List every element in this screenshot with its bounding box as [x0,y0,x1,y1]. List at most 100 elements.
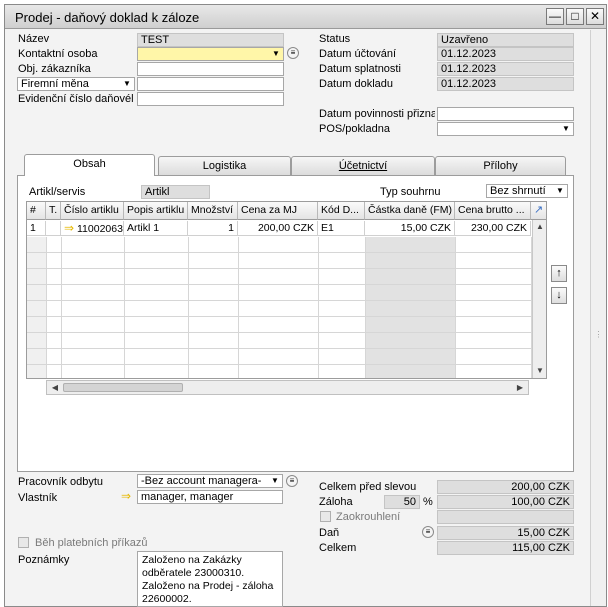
chevron-down-icon[interactable]: ▼ [122,79,132,89]
column-divider [238,237,239,378]
sales-employee-label: Pracovník odbytu [18,476,103,488]
pos-dropdown[interactable]: ▼ [437,122,574,136]
column-divider [455,237,456,378]
tax-label: Daň [319,527,340,539]
due-date-field[interactable]: 01.12.2023 [437,62,574,76]
table-horizontal-scrollbar[interactable]: ◀ ▶ [46,380,529,395]
cell-tax-amount[interactable]: 15,00 CZK [365,221,455,236]
scroll-right-icon[interactable]: ▶ [513,381,527,395]
name-label: Název [18,33,50,45]
tax-date-label: Datum povinnosti přiznat d [319,108,435,120]
payment-run-label: Běh platebních příkazů [35,537,148,549]
link-arrow-icon[interactable]: ⇒ [64,221,74,235]
document-date-label: Datum dokladu [319,78,393,90]
customer-order-label: Obj. zákazníka [18,63,91,75]
cell-description[interactable]: Artikl 1 [124,221,188,236]
vat-number-field[interactable] [137,92,284,106]
window-title: Prodej - daňový doklad k záloze [15,10,200,25]
status-label: Status [319,33,351,45]
total-label: Celkem [319,542,357,554]
cell-tax-code[interactable]: E1 [318,221,365,236]
row-divider [27,332,546,333]
rounding-checkbox[interactable] [320,511,331,522]
item-service-label: Artikl/servis [29,186,86,198]
scroll-thumb[interactable] [63,383,183,392]
remarks-textarea[interactable]: Založeno na Zakázky odběratele 23000310.… [137,551,283,607]
cell-quantity[interactable]: 1 [188,221,238,236]
posting-date-label: Datum účtování [319,48,397,60]
cell-gross-price[interactable]: 230,00 CZK [455,221,531,236]
owner-label: Vlastník [18,492,58,504]
cell-item-number[interactable]: ⇒ 11002063 [61,221,124,236]
expand-arrow-icon[interactable]: ↗ [534,204,543,216]
column-divider [365,237,366,378]
move-row-down-button[interactable]: ↓ [551,287,567,304]
sales-employee-dropdown[interactable]: -Bez account managera- ▼ [137,474,283,488]
deposit-amount-field: 100,00 CZK [437,495,574,509]
posting-date-field[interactable]: 01.12.2023 [437,47,574,61]
column-header-type[interactable]: T. [46,202,61,220]
cell-type[interactable] [46,221,61,236]
currency-select[interactable]: Firemní měna ▼ [17,77,135,91]
scroll-left-icon[interactable]: ◀ [48,381,62,395]
maximize-button[interactable]: □ [566,8,584,25]
summary-type-dropdown[interactable]: Bez shrnutí ▼ [486,184,568,198]
deposit-percent-field[interactable]: 50 [384,495,420,509]
owner-field[interactable]: manager, manager [137,490,283,504]
row-divider [27,300,546,301]
remarks-label: Poznámky [18,554,70,566]
row-divider [27,284,546,285]
scroll-up-icon[interactable]: ▲ [533,220,547,234]
tab-accounting[interactable]: Účetnictví [291,156,435,175]
cell-number[interactable]: 1 [27,221,46,236]
details-icon[interactable]: ≡ [422,526,434,538]
items-table: # T. Číslo artiklu Popis artiklu Množstv… [26,201,547,379]
link-arrow-icon[interactable]: ⇒ [121,489,131,503]
details-icon[interactable]: ≡ [286,475,298,487]
name-field[interactable]: TEST [137,33,284,47]
tab-attachments[interactable]: Přílohy [435,156,566,175]
sales-employee-value: -Bez account managera- [141,475,262,487]
tab-logistics[interactable]: Logistika [158,156,291,175]
item-service-field[interactable]: Artikl [141,185,210,199]
column-header-unit-price[interactable]: Cena za MJ [238,202,318,220]
status-field: Uzavřeno [437,33,574,47]
window-vertical-scrollbar[interactable]: ⋮ [590,30,606,606]
chevron-down-icon[interactable]: ▼ [561,124,571,134]
total-before-discount-label: Celkem před slevou [319,481,417,493]
total-before-discount-field: 200,00 CZK [437,480,574,494]
tax-date-field[interactable] [437,107,574,121]
title-bar[interactable]: Prodej - daňový doklad k záloze — □ ✕ [5,5,606,29]
column-divider [46,237,47,378]
column-settings-cell[interactable]: ↗ [531,202,546,220]
scroll-down-icon[interactable]: ▼ [533,364,547,378]
payment-run-checkbox[interactable] [18,537,29,548]
cell-unit-price[interactable]: 200,00 CZK [238,221,318,236]
move-row-up-button[interactable]: ↑ [551,265,567,282]
chevron-down-icon[interactable]: ▼ [271,49,281,59]
tab-content[interactable]: Obsah [24,154,155,176]
document-date-field[interactable]: 01.12.2023 [437,77,574,91]
chevron-down-icon[interactable]: ▼ [270,476,280,486]
due-date-label: Datum splatnosti [319,63,401,75]
column-header-item-number[interactable]: Číslo artiklu [61,202,124,220]
chevron-down-icon[interactable]: ▼ [555,186,565,196]
scroll-grip-icon[interactable]: ⋮ [594,330,603,344]
minimize-icon: — [549,9,561,23]
tax-amount-column-fill [365,237,455,378]
column-header-quantity[interactable]: Množství [188,202,238,220]
column-header-tax-code[interactable]: Kód D... [318,202,365,220]
column-header-number[interactable]: # [27,202,46,220]
table-vertical-scrollbar[interactable]: ▲ ▼ [532,220,546,378]
customer-order-field[interactable] [137,62,284,76]
contact-person-dropdown[interactable]: ▼ [137,47,284,61]
close-button[interactable]: ✕ [586,8,604,25]
column-header-gross-price[interactable]: Cena brutto ... [455,202,531,220]
currency-field[interactable] [137,77,284,91]
vat-number-label: Evidenční číslo daňovél [18,93,134,105]
column-header-tax-amount[interactable]: Částka daně (FM) [365,202,455,220]
minimize-button[interactable]: — [546,8,564,25]
details-icon[interactable]: ≡ [287,47,299,59]
row-divider [27,268,546,269]
column-header-description[interactable]: Popis artiklu [124,202,188,220]
